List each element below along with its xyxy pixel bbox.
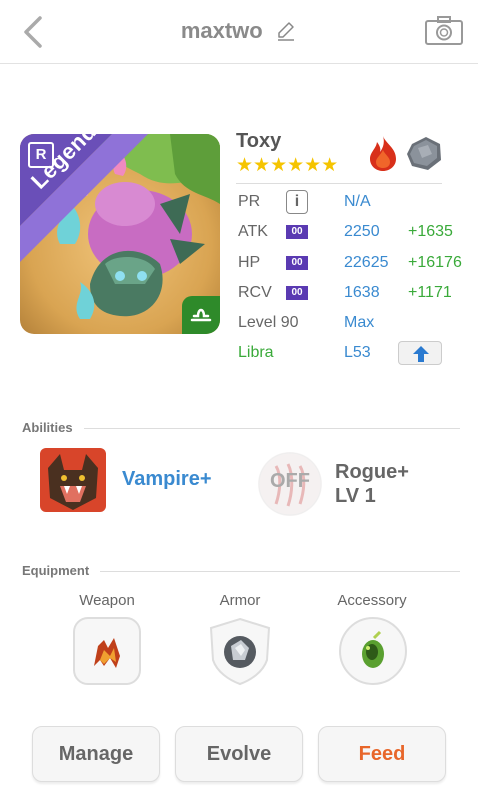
rock-icon xyxy=(407,137,441,170)
monster-name: Toxy xyxy=(236,130,282,152)
page-title: maxtwo xyxy=(180,18,263,43)
plus-badge: 00 xyxy=(286,256,308,270)
stat-bonus: +1635 xyxy=(408,223,453,240)
stat-value: N/A xyxy=(344,193,371,210)
upgrade-button[interactable] xyxy=(398,341,442,365)
stat-value: 2250 xyxy=(344,223,380,240)
ability-name: Vampire+ xyxy=(122,468,212,490)
pencil-icon[interactable] xyxy=(275,20,297,42)
arrow-up-icon xyxy=(413,346,429,362)
weapon-slot[interactable] xyxy=(72,616,142,686)
libra-icon xyxy=(182,296,220,334)
star-rating: ★★★★★★ xyxy=(236,155,339,176)
accessory-slot[interactable] xyxy=(338,616,408,686)
manage-button[interactable]: Manage xyxy=(32,726,160,782)
title-group: maxtwo xyxy=(0,18,478,44)
stat-bonus: +16176 xyxy=(408,254,462,271)
feed-button[interactable]: Feed xyxy=(318,726,446,782)
vampire-ability-icon[interactable] xyxy=(40,448,106,512)
divider xyxy=(100,571,460,572)
camera-icon[interactable] xyxy=(424,14,464,46)
stat-value: 22625 xyxy=(344,254,389,271)
ability-name: Rogue+ LV 1 xyxy=(335,460,409,508)
divider xyxy=(84,428,460,429)
abilities-heading: Abilities xyxy=(22,420,73,435)
divider xyxy=(236,183,442,184)
info-icon[interactable]: i xyxy=(286,190,308,214)
equipment-heading: Equipment xyxy=(22,563,90,578)
evolve-button[interactable]: Evolve xyxy=(175,726,303,782)
stat-value: 1638 xyxy=(344,284,380,301)
monster-card-image[interactable]: R Legendary xyxy=(20,134,220,334)
armor-slot[interactable] xyxy=(205,616,275,686)
equip-label-accessory: Accessory xyxy=(337,592,407,609)
fire-icon xyxy=(370,136,396,171)
level-value: Max xyxy=(344,314,375,331)
top-bar: maxtwo xyxy=(0,0,478,64)
level-label: Level 90 xyxy=(238,314,299,331)
ability-level: LV 1 xyxy=(335,485,376,507)
equip-label-weapon: Weapon xyxy=(79,592,135,609)
ability-off-label: OFF xyxy=(270,470,310,492)
zodiac-level: L53 xyxy=(344,344,371,361)
plus-badge: 00 xyxy=(286,286,308,300)
plus-badge: 00 xyxy=(286,225,308,239)
equip-label-armor: Armor xyxy=(219,592,261,609)
zodiac-label: Libra xyxy=(238,344,274,361)
stat-bonus: +1171 xyxy=(408,284,452,301)
ability-name-line: Rogue+ xyxy=(335,461,409,483)
